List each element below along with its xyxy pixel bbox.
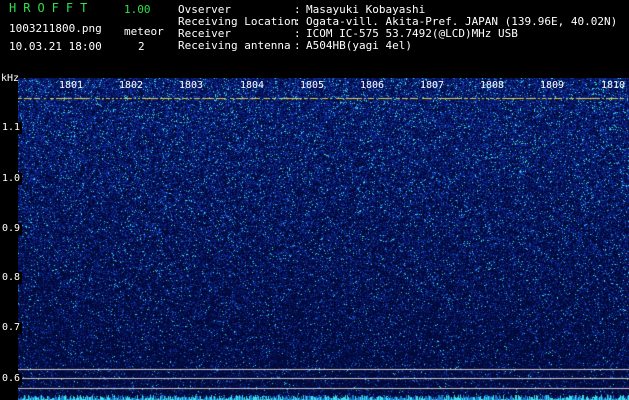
- hrofft-window: HROFFT 1.00 1003211800.png meteor 10.03.…: [0, 0, 629, 400]
- app-name: HROFFT: [9, 1, 95, 15]
- y-tick-label: 0.6: [0, 373, 23, 385]
- x-tick-label: 1808: [480, 80, 505, 91]
- spectrogram-plot: [18, 78, 629, 400]
- spectrogram-canvas: [18, 78, 629, 400]
- y-axis-unit: kHz: [1, 73, 20, 84]
- file-name: 1003211800.png: [9, 22, 102, 35]
- y-tick-label: 0.7: [0, 322, 23, 334]
- x-tick-label: 1801: [59, 80, 84, 91]
- app-version: 1.00: [124, 3, 151, 16]
- info-value: A504HB(yagi 4el): [306, 39, 412, 52]
- y-tick-label: 0.8: [0, 272, 23, 284]
- x-tick-label: 1809: [540, 80, 565, 91]
- info-sep: :: [294, 39, 301, 52]
- x-tick-label: 1805: [300, 80, 325, 91]
- y-tick-label: 1.1: [0, 122, 23, 134]
- x-tick-label: 1806: [360, 80, 385, 91]
- x-tick-label: 1807: [420, 80, 445, 91]
- x-tick-label: 1802: [119, 80, 144, 91]
- date-time: 10.03.21 18:00: [9, 40, 102, 53]
- mode-label: meteor: [124, 25, 164, 38]
- y-tick-label: 1.0: [0, 173, 23, 185]
- x-tick-label: 1810: [601, 80, 626, 91]
- info-antenna: Receiving antenna: A504HB(yagi 4el): [178, 40, 412, 52]
- mode-count: 2: [138, 40, 145, 53]
- info-key: Receiving antenna: [178, 39, 291, 52]
- y-tick-label: 0.9: [0, 223, 23, 235]
- x-tick-label: 1803: [179, 80, 204, 91]
- x-tick-label: 1804: [240, 80, 265, 91]
